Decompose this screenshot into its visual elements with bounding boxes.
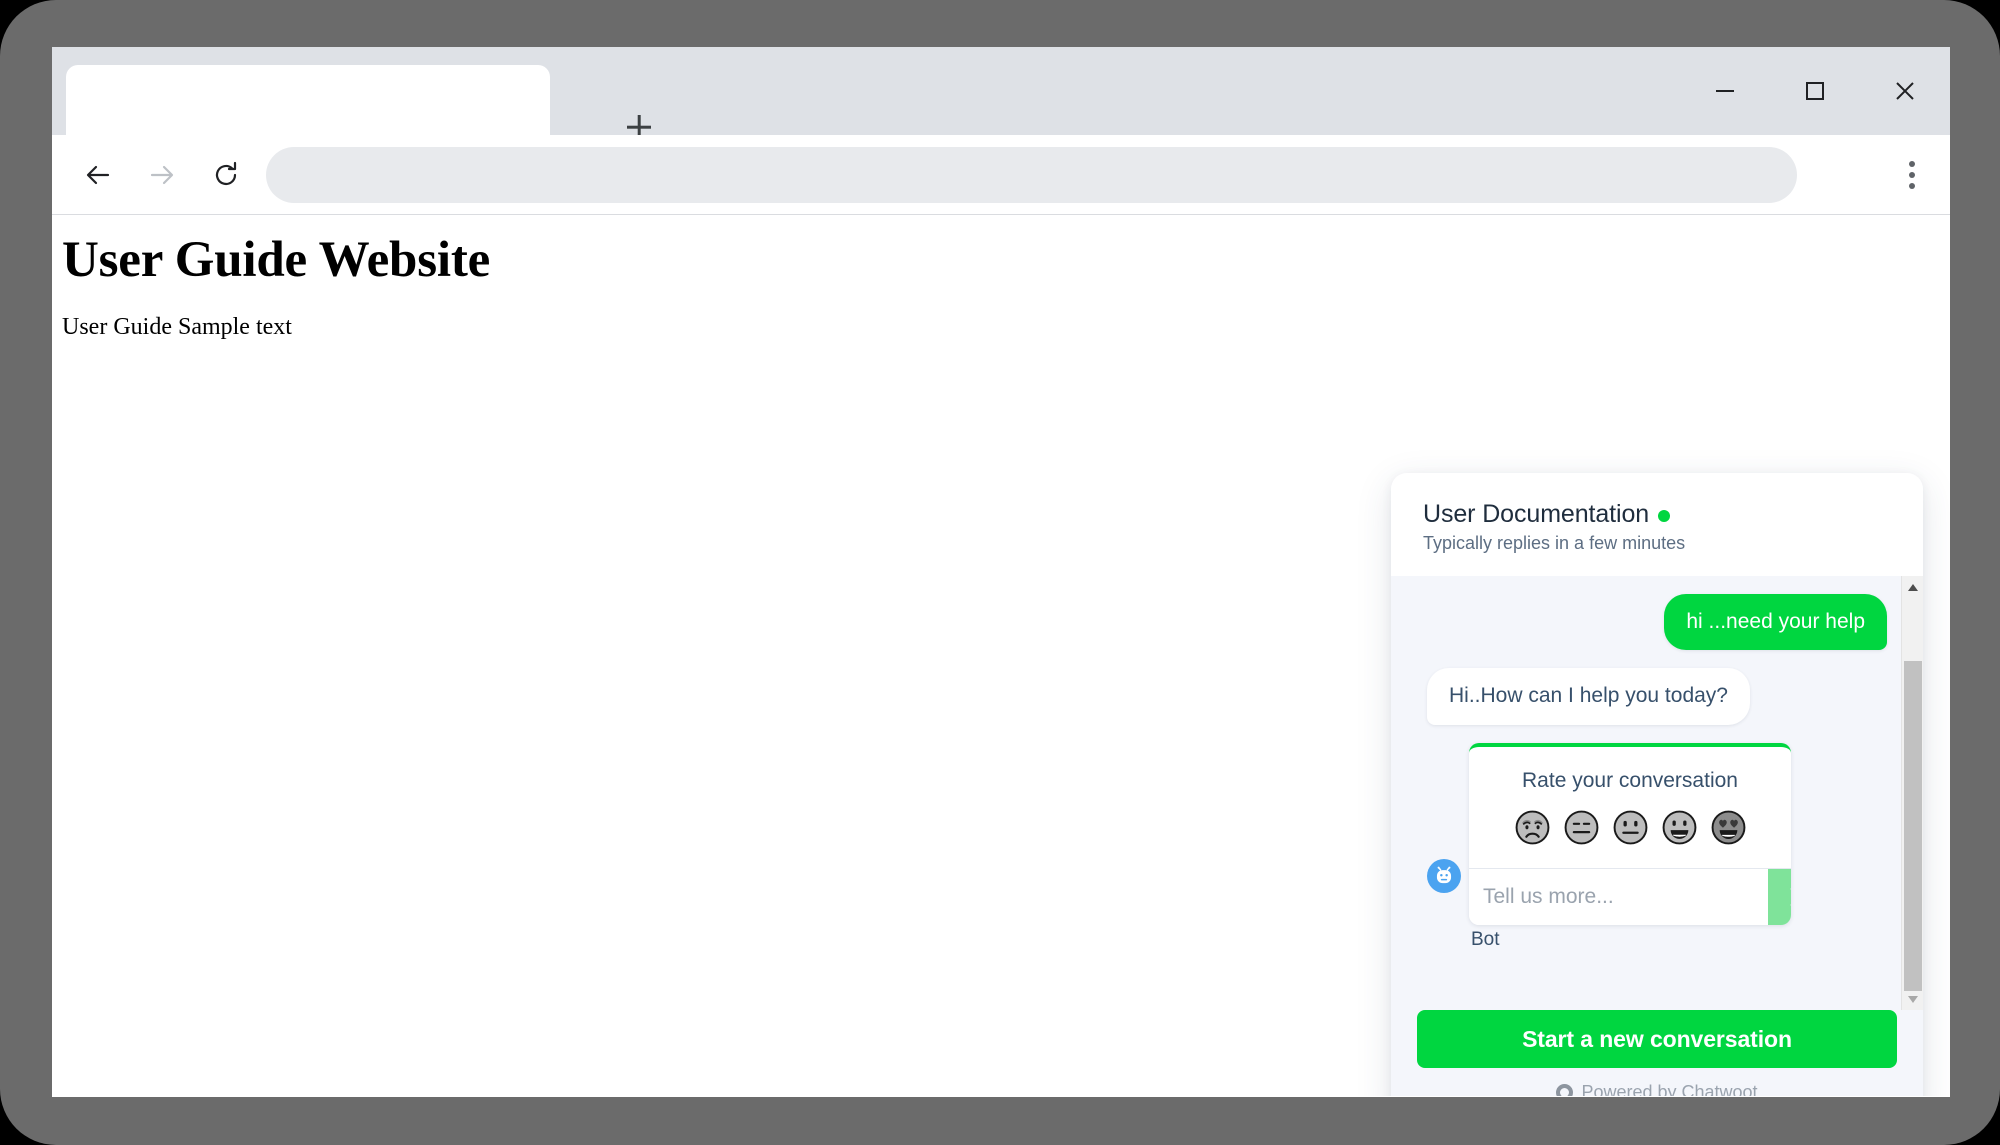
triangle-up-icon: [1908, 583, 1918, 591]
powered-by-chatwoot[interactable]: Powered by Chatwoot: [1417, 1082, 1897, 1096]
scrollbar-up-button[interactable]: [1902, 576, 1923, 598]
browser-tab-active[interactable]: [66, 65, 550, 135]
message-bubble-incoming: Hi..How can I help you today?: [1427, 668, 1750, 725]
message-row-outgoing: hi ...need your help: [1427, 594, 1887, 651]
robot-icon: [1436, 866, 1452, 883]
device-bezel: User Guide Website User Guide Sample tex…: [0, 0, 2000, 1145]
page-viewport: User Guide Website User Guide Sample tex…: [52, 215, 1950, 1096]
rating-send-button[interactable]: [1768, 868, 1791, 925]
window-maximize-button[interactable]: [1770, 47, 1860, 135]
powered-by-label: Powered by Chatwoot: [1581, 1082, 1758, 1096]
browser-window: User Guide Website User Guide Sample tex…: [52, 47, 1950, 1097]
chat-widget-subtitle: Typically replies in a few minutes: [1423, 533, 1686, 553]
rating-message-block: Rate your conversation: [1427, 742, 1887, 925]
back-button[interactable]: [74, 151, 122, 199]
minimize-icon: [1716, 90, 1734, 92]
scrollbar-down-button[interactable]: [1902, 988, 1923, 1010]
menu-dot: [1909, 182, 1915, 189]
menu-dot: [1909, 171, 1915, 178]
emoji-neutral-button[interactable]: [1612, 809, 1649, 846]
chatwoot-logo-icon: [1556, 1084, 1574, 1096]
start-new-conversation-button[interactable]: Start a new conversation: [1417, 1010, 1897, 1068]
chat-widget: User Documentation Typically replies in …: [1391, 473, 1923, 1096]
window-close-button[interactable]: [1860, 47, 1950, 135]
address-bar[interactable]: [266, 146, 1797, 203]
emoji-heart-eyes-button[interactable]: [1710, 809, 1747, 846]
chevron-right-icon: [1790, 887, 1791, 906]
chat-widget-footer: Start a new conversation Powered by Chat…: [1391, 1010, 1923, 1096]
reload-icon: [215, 161, 237, 185]
triangle-down-icon: [1908, 995, 1918, 1003]
chat-widget-title: User Documentation: [1423, 500, 1650, 528]
chat-message-list: hi ...need your help Hi..How can I help …: [1391, 576, 1923, 1010]
browser-menu-button[interactable]: [1888, 151, 1936, 199]
rating-feedback-input[interactable]: [1469, 868, 1768, 925]
page-paragraph: User Guide Sample text: [62, 314, 292, 340]
rating-input-row: [1469, 867, 1791, 925]
page-title: User Guide Website: [62, 232, 491, 288]
browser-toolbar: [52, 135, 1950, 215]
rating-card: Rate your conversation: [1469, 742, 1791, 925]
menu-dot: [1909, 160, 1915, 167]
chat-scrollbar[interactable]: [1901, 576, 1923, 1010]
emoji-expressionless-button[interactable]: [1563, 809, 1600, 846]
rating-card-title: Rate your conversation: [1522, 768, 1738, 792]
message-bubble-outgoing: hi ...need your help: [1664, 594, 1887, 651]
online-status-indicator: [1658, 510, 1671, 522]
close-icon: [1896, 82, 1914, 100]
chat-widget-header: User Documentation Typically replies in …: [1391, 473, 1923, 576]
scrollbar-thumb[interactable]: [1904, 661, 1922, 991]
arrow-left-icon: [86, 165, 110, 184]
arrow-right-icon: [150, 165, 174, 184]
maximize-icon: [1806, 82, 1824, 100]
window-minimize-button[interactable]: [1680, 47, 1770, 135]
forward-button[interactable]: [138, 151, 186, 199]
emoji-sad-button[interactable]: [1514, 809, 1551, 846]
reload-button[interactable]: [202, 151, 250, 199]
rating-emoji-row: [1469, 803, 1791, 868]
browser-tab-strip: [52, 47, 1950, 135]
chat-header-title-row: User Documentation: [1423, 500, 1891, 529]
message-row-incoming: Hi..How can I help you today?: [1427, 668, 1887, 725]
message-sender-name: Bot: [1471, 928, 1500, 950]
emoji-grinning-button[interactable]: [1661, 809, 1698, 846]
bot-avatar: [1427, 858, 1461, 893]
